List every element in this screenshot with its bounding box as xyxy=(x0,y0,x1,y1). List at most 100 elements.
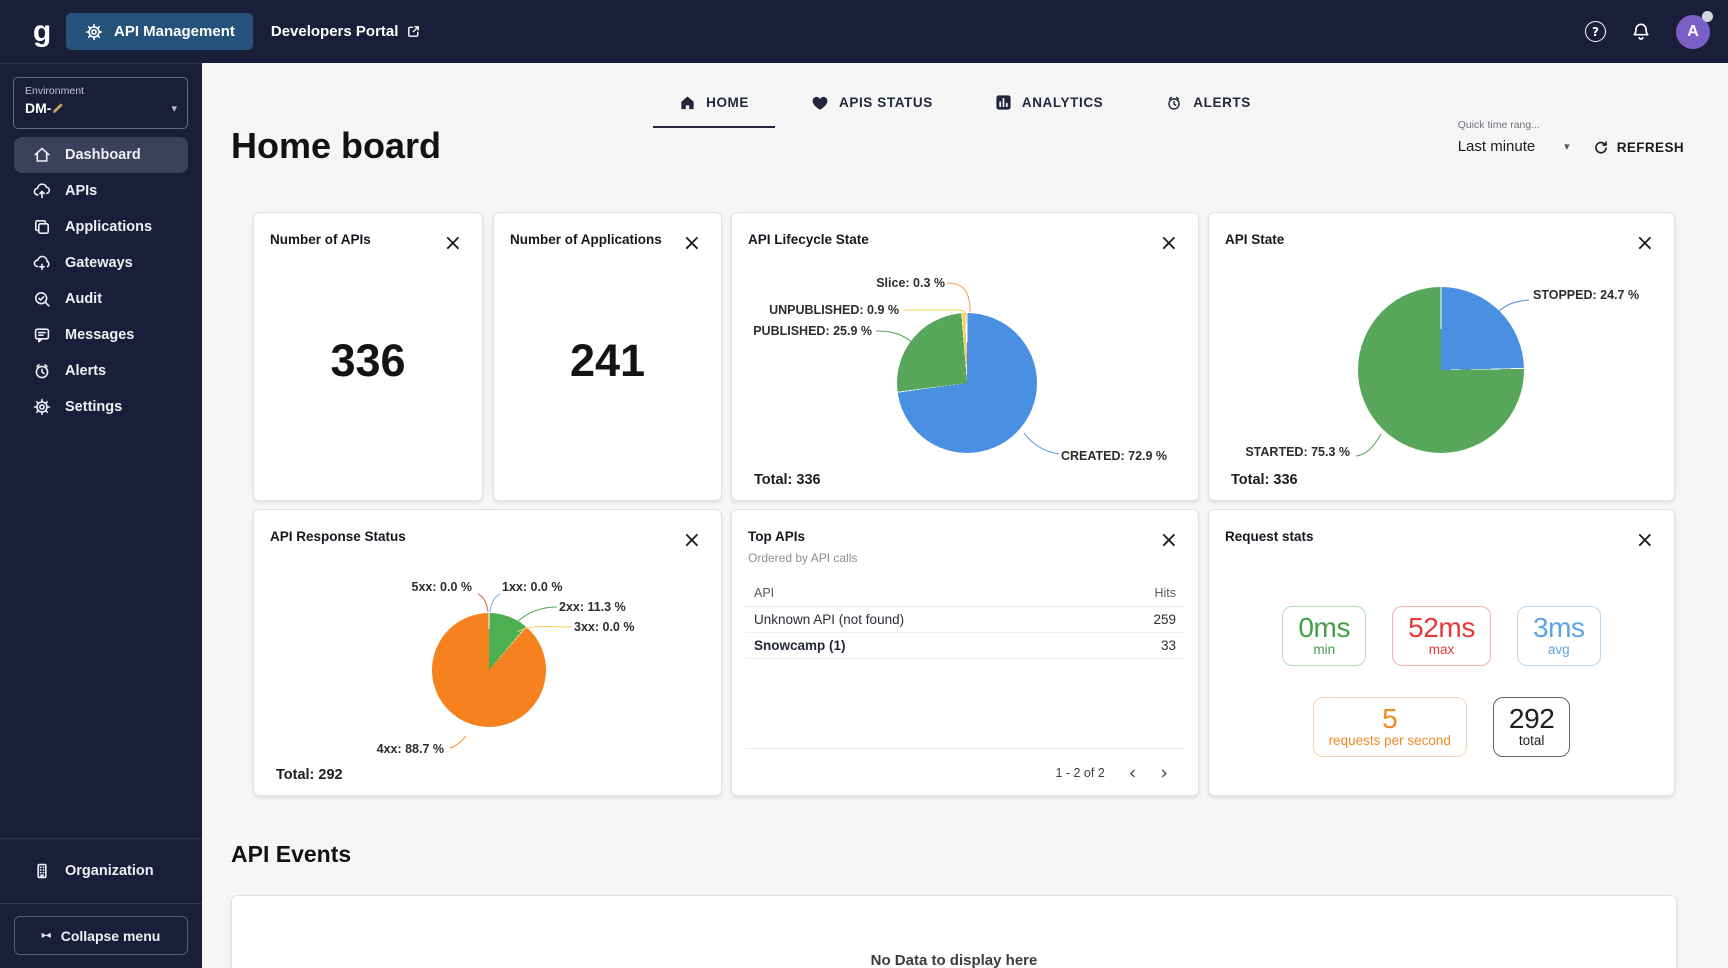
sidebar-item-applications[interactable]: Applications xyxy=(14,209,188,245)
tab-label: ALERTS xyxy=(1193,95,1251,110)
pie-total: Total: 336 xyxy=(1231,472,1298,488)
sidebar-nav: Dashboard APIs Applications Gateways Aud… xyxy=(0,137,202,425)
environment-label: Environment xyxy=(25,85,177,97)
pie-label-2xx: 2xx: 11.3 % xyxy=(559,600,626,614)
tab-alerts[interactable]: ALERTS xyxy=(1139,79,1277,128)
card-title: API Response Status xyxy=(254,510,721,544)
api-name[interactable]: Unknown API (not found) xyxy=(754,612,904,627)
pie-total: Total: 336 xyxy=(754,472,821,488)
stat-value: 3ms xyxy=(1533,612,1585,644)
sidebar-item-organization[interactable]: Organization xyxy=(14,853,188,889)
column-header-hits: Hits xyxy=(1154,586,1176,600)
sidebar-item-label: Organization xyxy=(65,863,154,879)
tab-apis-status[interactable]: APIS STATUS xyxy=(785,79,959,128)
sidebar-item-alerts[interactable]: Alerts xyxy=(14,353,188,389)
tab-analytics[interactable]: ANALYTICS xyxy=(969,79,1129,128)
sidebar-item-apis[interactable]: APIs xyxy=(14,173,188,209)
avatar[interactable]: A xyxy=(1676,15,1710,49)
divider xyxy=(0,838,202,839)
card-title: Top APIs xyxy=(748,529,1178,544)
bar-chart-icon xyxy=(995,94,1012,111)
refresh-icon xyxy=(1592,139,1609,156)
sidebar-item-label: Dashboard xyxy=(65,147,141,163)
developers-portal-link[interactable]: Developers Portal xyxy=(271,23,422,40)
close-icon[interactable]: × xyxy=(1636,235,1654,253)
sidebar-item-audit[interactable]: Audit xyxy=(14,281,188,317)
pie-label-5xx: 5xx: 0.0 % xyxy=(412,580,472,594)
status-dot xyxy=(1702,11,1713,22)
divider xyxy=(0,903,202,904)
notifications-bell-icon[interactable] xyxy=(1630,21,1652,43)
applications-count: 241 xyxy=(494,247,721,500)
collapse-menu-label: Collapse menu xyxy=(61,928,161,944)
sidebar-item-label: Applications xyxy=(65,219,152,235)
table-row[interactable]: Snowcamp (1) 33 xyxy=(745,633,1185,659)
card-top-apis: Top APIs Ordered by API calls × API Hits… xyxy=(731,509,1199,796)
tab-label: HOME xyxy=(706,95,749,110)
time-controls: Quick time rang... Last minute ▾ REFRESH xyxy=(1458,119,1684,155)
stat-avg: 3ms avg xyxy=(1517,606,1601,666)
help-icon[interactable]: ? xyxy=(1585,21,1606,42)
chat-icon xyxy=(32,325,52,345)
card-number-of-apis: Number of APIs × 336 xyxy=(253,212,483,501)
time-range-select[interactable]: Last minute ▾ xyxy=(1458,138,1570,155)
refresh-label: REFRESH xyxy=(1617,140,1684,155)
time-range-value: Last minute xyxy=(1458,138,1536,155)
collapse-menu-button[interactable]: ▸◂ Collapse menu xyxy=(14,916,188,955)
stat-label: avg xyxy=(1533,642,1585,657)
pagination: 1 - 2 of 2 ‹ › xyxy=(1055,766,1168,780)
alarm-clock-icon xyxy=(1165,94,1183,112)
card-title: API State xyxy=(1209,213,1674,247)
close-icon[interactable]: × xyxy=(683,532,701,550)
close-icon[interactable]: × xyxy=(1160,235,1178,253)
card-number-of-applications: Number of Applications × 241 xyxy=(493,212,722,501)
card-title: API Lifecycle State xyxy=(732,213,1198,247)
pagination-range: 1 - 2 of 2 xyxy=(1055,766,1104,780)
collapse-icon: ▸◂ xyxy=(42,930,50,941)
tab-home[interactable]: HOME xyxy=(653,79,775,128)
card-request-stats: Request stats × 0ms min 52ms max 3ms avg xyxy=(1208,509,1675,796)
home-icon xyxy=(32,145,52,165)
avatar-initial: A xyxy=(1687,23,1699,41)
topbar: g API Management Developers Portal ? A xyxy=(0,0,1728,63)
api-response-pie-chart xyxy=(432,613,546,727)
api-hits: 259 xyxy=(1153,612,1176,627)
stat-min: 0ms min xyxy=(1282,606,1366,666)
gravitee-logo[interactable]: g xyxy=(22,15,62,49)
building-icon xyxy=(32,861,52,881)
sidebar-item-gateways[interactable]: Gateways xyxy=(14,245,188,281)
time-range-label: Quick time rang... xyxy=(1458,119,1570,131)
pencil-icon xyxy=(51,102,64,115)
card-title: Request stats xyxy=(1209,510,1674,544)
environment-value: DM- xyxy=(25,100,51,116)
portal-label: Developers Portal xyxy=(271,23,399,40)
gear-icon xyxy=(32,397,52,417)
api-management-button[interactable]: API Management xyxy=(66,13,253,50)
stat-label: total xyxy=(1509,733,1555,748)
refresh-button[interactable]: REFRESH xyxy=(1592,139,1684,156)
sidebar-item-messages[interactable]: Messages xyxy=(14,317,188,353)
card-api-lifecycle-state: API Lifecycle State × Slice: 0.3 % UNPUB… xyxy=(731,212,1199,501)
stat-label: requests per second xyxy=(1329,733,1451,748)
sidebar-item-dashboard[interactable]: Dashboard xyxy=(14,137,188,173)
table-header-row: API Hits xyxy=(745,580,1185,607)
close-icon[interactable]: × xyxy=(683,235,701,253)
stat-total: 292 total xyxy=(1493,697,1571,757)
pie-label-published: PUBLISHED: 25.9 % xyxy=(753,324,872,338)
close-icon[interactable]: × xyxy=(1160,532,1178,550)
chevron-left-icon[interactable]: ‹ xyxy=(1129,766,1137,780)
sidebar-item-settings[interactable]: Settings xyxy=(14,389,188,425)
applications-icon xyxy=(32,217,52,237)
sidebar-item-label: Audit xyxy=(65,291,102,307)
close-icon[interactable]: × xyxy=(444,235,462,253)
page-title: Home board xyxy=(231,125,441,167)
close-icon[interactable]: × xyxy=(1636,532,1654,550)
card-api-state: API State × STOPPED: 24.7 % STARTED: 75.… xyxy=(1208,212,1675,501)
api-name[interactable]: Snowcamp (1) xyxy=(754,638,846,653)
table-row[interactable]: Unknown API (not found) 259 xyxy=(745,607,1185,633)
stat-value: 52ms xyxy=(1408,612,1475,644)
api-state-pie-chart xyxy=(1358,287,1524,453)
topbar-actions: ? A xyxy=(1585,15,1728,49)
environment-select[interactable]: Environment DM- ▾ xyxy=(13,77,188,129)
chevron-right-icon[interactable]: › xyxy=(1160,766,1168,780)
